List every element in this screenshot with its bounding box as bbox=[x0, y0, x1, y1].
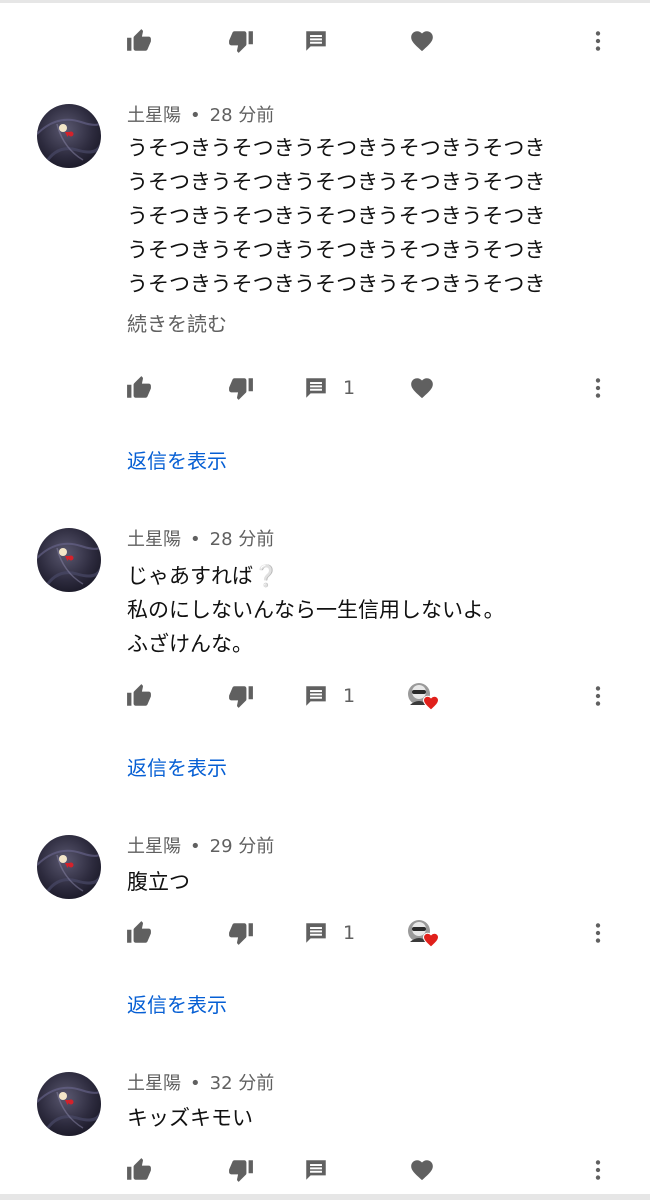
read-more-link[interactable]: 続きを読む bbox=[127, 309, 227, 339]
comment-time[interactable]: 28 分前 bbox=[210, 105, 275, 126]
comment-text: じゃあすれば❔ 私のにしないんなら一生信用しないよ。 ふざけんな。 bbox=[127, 564, 505, 656]
more-options-button[interactable] bbox=[585, 368, 611, 408]
comment-time[interactable]: 28 分前 bbox=[210, 529, 275, 550]
comment-icon bbox=[303, 683, 329, 709]
comment-action-bar bbox=[0, 1150, 650, 1190]
user-avatar-image bbox=[37, 1072, 101, 1136]
comment-header: 土星陽 • 32 分前 bbox=[127, 1072, 274, 1096]
comment-action-bar bbox=[0, 21, 650, 61]
heart-icon bbox=[409, 28, 435, 54]
like-button[interactable] bbox=[126, 913, 152, 953]
thumb-up-icon bbox=[126, 920, 152, 946]
comment-header: 土星陽 • 28 分前 bbox=[127, 528, 274, 552]
like-button[interactable] bbox=[126, 368, 152, 408]
comment-icon bbox=[303, 375, 329, 401]
thumb-down-icon bbox=[228, 375, 254, 401]
thumb-up-icon bbox=[126, 1157, 152, 1183]
more-vert-icon bbox=[585, 28, 611, 54]
view-replies-link[interactable]: 返信を表示 bbox=[127, 446, 227, 476]
author-name[interactable]: 土星陽 bbox=[127, 529, 181, 550]
comment-action-bar: 1 bbox=[0, 368, 650, 408]
dislike-button[interactable] bbox=[228, 913, 254, 953]
comment-text: 腹立つ bbox=[127, 870, 190, 894]
reply-count: 1 bbox=[343, 922, 356, 944]
thumb-down-icon bbox=[228, 683, 254, 709]
dislike-button[interactable] bbox=[228, 1150, 254, 1190]
top-divider bbox=[0, 0, 650, 3]
like-button[interactable] bbox=[126, 21, 152, 61]
more-options-button[interactable] bbox=[585, 1150, 611, 1190]
comment-action-bar: 1 bbox=[0, 676, 650, 716]
heart-icon bbox=[409, 1157, 435, 1183]
thumb-up-icon bbox=[126, 683, 152, 709]
avatar[interactable] bbox=[37, 835, 101, 899]
thumb-up-icon bbox=[126, 375, 152, 401]
author-name[interactable]: 土星陽 bbox=[127, 836, 181, 857]
dislike-button[interactable] bbox=[228, 368, 254, 408]
reply-count: 1 bbox=[343, 377, 356, 399]
comment-icon bbox=[303, 920, 329, 946]
comment-header: 土星陽 • 29 分前 bbox=[127, 835, 274, 859]
avatar[interactable] bbox=[37, 104, 101, 168]
more-vert-icon bbox=[585, 683, 611, 709]
heart-button[interactable] bbox=[409, 1150, 435, 1190]
more-options-button[interactable] bbox=[585, 913, 611, 953]
avatar[interactable] bbox=[37, 1072, 101, 1136]
like-button[interactable] bbox=[126, 676, 152, 716]
more-vert-icon bbox=[585, 1157, 611, 1183]
dislike-button[interactable] bbox=[228, 676, 254, 716]
user-avatar-image bbox=[37, 835, 101, 899]
dislike-button[interactable] bbox=[228, 21, 254, 61]
reply-button[interactable] bbox=[303, 21, 329, 61]
separator: • bbox=[190, 836, 201, 857]
creator-heart-icon bbox=[406, 681, 440, 711]
reply-button[interactable] bbox=[303, 1150, 329, 1190]
view-replies-link[interactable]: 返信を表示 bbox=[127, 753, 227, 783]
more-vert-icon bbox=[585, 375, 611, 401]
creator-heart-icon bbox=[406, 918, 440, 948]
comment-icon bbox=[303, 28, 329, 54]
separator: • bbox=[190, 1073, 201, 1094]
comment-text: キッズキモい bbox=[127, 1106, 253, 1130]
more-options-button[interactable] bbox=[585, 676, 611, 716]
avatar[interactable] bbox=[37, 528, 101, 592]
reply-button[interactable]: 1 bbox=[303, 368, 355, 408]
thumb-up-icon bbox=[126, 28, 152, 54]
separator: • bbox=[190, 529, 201, 550]
reply-button[interactable]: 1 bbox=[303, 913, 355, 953]
reply-button[interactable]: 1 bbox=[303, 676, 355, 716]
comment-time[interactable]: 32 分前 bbox=[210, 1073, 275, 1094]
comment-time[interactable]: 29 分前 bbox=[210, 836, 275, 857]
view-replies-link[interactable]: 返信を表示 bbox=[127, 990, 227, 1020]
thumb-down-icon bbox=[228, 920, 254, 946]
heart-icon bbox=[409, 375, 435, 401]
more-options-button[interactable] bbox=[585, 21, 611, 61]
comment-text: うそつきうそつきうそつきうそつきうそつき うそつきうそつきうそつきうそつきうそつ… bbox=[127, 136, 546, 296]
thumb-down-icon bbox=[228, 1157, 254, 1183]
author-name[interactable]: 土星陽 bbox=[127, 105, 181, 126]
heart-button[interactable] bbox=[409, 368, 435, 408]
like-button[interactable] bbox=[126, 1150, 152, 1190]
separator: • bbox=[190, 105, 201, 126]
thumb-down-icon bbox=[228, 28, 254, 54]
comment-action-bar: 1 bbox=[0, 913, 650, 953]
more-vert-icon bbox=[585, 920, 611, 946]
user-avatar-image bbox=[37, 104, 101, 168]
comment-header: 土星陽 • 28 分前 bbox=[127, 104, 274, 128]
reply-count: 1 bbox=[343, 685, 356, 707]
user-avatar-image bbox=[37, 528, 101, 592]
bottom-divider bbox=[0, 1194, 650, 1200]
heart-button[interactable] bbox=[409, 21, 435, 61]
author-name[interactable]: 土星陽 bbox=[127, 1073, 181, 1094]
comment-icon bbox=[303, 1157, 329, 1183]
